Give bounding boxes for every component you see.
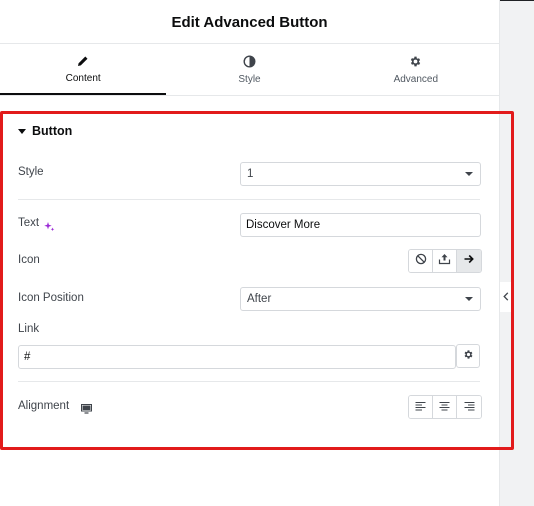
- ai-sparkle-icon[interactable]: [44, 219, 55, 232]
- gear-icon: [409, 55, 423, 69]
- text-label: Text: [18, 217, 40, 229]
- divider: [18, 199, 480, 200]
- pencil-icon: [76, 54, 90, 68]
- divider: [18, 381, 480, 382]
- icon-upload-button[interactable]: [433, 250, 457, 272]
- upload-icon: [438, 252, 451, 270]
- text-input[interactable]: Discover More: [240, 213, 481, 237]
- link-label: Link: [18, 323, 40, 335]
- align-center-icon: [439, 398, 450, 416]
- align-right-icon: [464, 398, 475, 416]
- link-input-value: #: [24, 351, 31, 363]
- panel-tabs: Content Style Advanced: [0, 44, 499, 96]
- link-options-button[interactable]: [456, 344, 480, 368]
- tab-style-label: Style: [238, 73, 261, 85]
- align-left-icon: [415, 398, 426, 416]
- collapse-panel-button[interactable]: [500, 282, 512, 312]
- tab-advanced-label: Advanced: [393, 73, 439, 85]
- icon-position-value: After: [247, 293, 272, 305]
- align-center-button[interactable]: [433, 396, 457, 418]
- none-icon: [415, 252, 427, 270]
- tab-advanced[interactable]: Advanced: [333, 44, 499, 95]
- icon-label: Icon: [18, 254, 40, 266]
- align-right-button[interactable]: [457, 396, 481, 418]
- alignment-choice-group: [408, 395, 482, 419]
- preview-area-edge: [500, 0, 534, 506]
- icon-position-select[interactable]: After: [240, 287, 481, 311]
- tab-content[interactable]: Content: [0, 44, 167, 95]
- icon-position-label: Icon Position: [18, 292, 84, 304]
- caret-down-icon: [18, 128, 26, 134]
- divider: [500, 0, 534, 1]
- chevron-down-icon: [465, 172, 473, 176]
- desktop-icon[interactable]: [81, 401, 93, 414]
- panel-header: Edit Advanced Button: [0, 0, 499, 44]
- section-toggle-button[interactable]: Button: [18, 124, 72, 138]
- link-input[interactable]: #: [18, 345, 456, 369]
- editor-panel: Edit Advanced Button Content Style Advan…: [0, 0, 500, 506]
- text-input-value: Discover More: [246, 219, 321, 231]
- page-title: Edit Advanced Button: [171, 13, 328, 31]
- alignment-label: Alignment: [18, 400, 70, 412]
- gear-icon: [463, 347, 474, 365]
- style-select[interactable]: 1: [240, 162, 481, 186]
- section-title: Button: [32, 124, 73, 138]
- chevron-left-icon: [503, 288, 509, 306]
- chevron-down-icon: [465, 297, 473, 301]
- tab-style[interactable]: Style: [166, 44, 332, 95]
- icon-library-button[interactable]: [457, 250, 481, 272]
- style-label: Style: [18, 166, 44, 178]
- icon-none-button[interactable]: [409, 250, 433, 272]
- arrow-right-icon: [463, 252, 475, 270]
- tab-content-label: Content: [65, 72, 101, 84]
- style-select-value: 1: [247, 168, 254, 180]
- icon-choice-group: [408, 249, 482, 273]
- align-left-button[interactable]: [409, 396, 433, 418]
- half-circle-icon: [242, 55, 256, 69]
